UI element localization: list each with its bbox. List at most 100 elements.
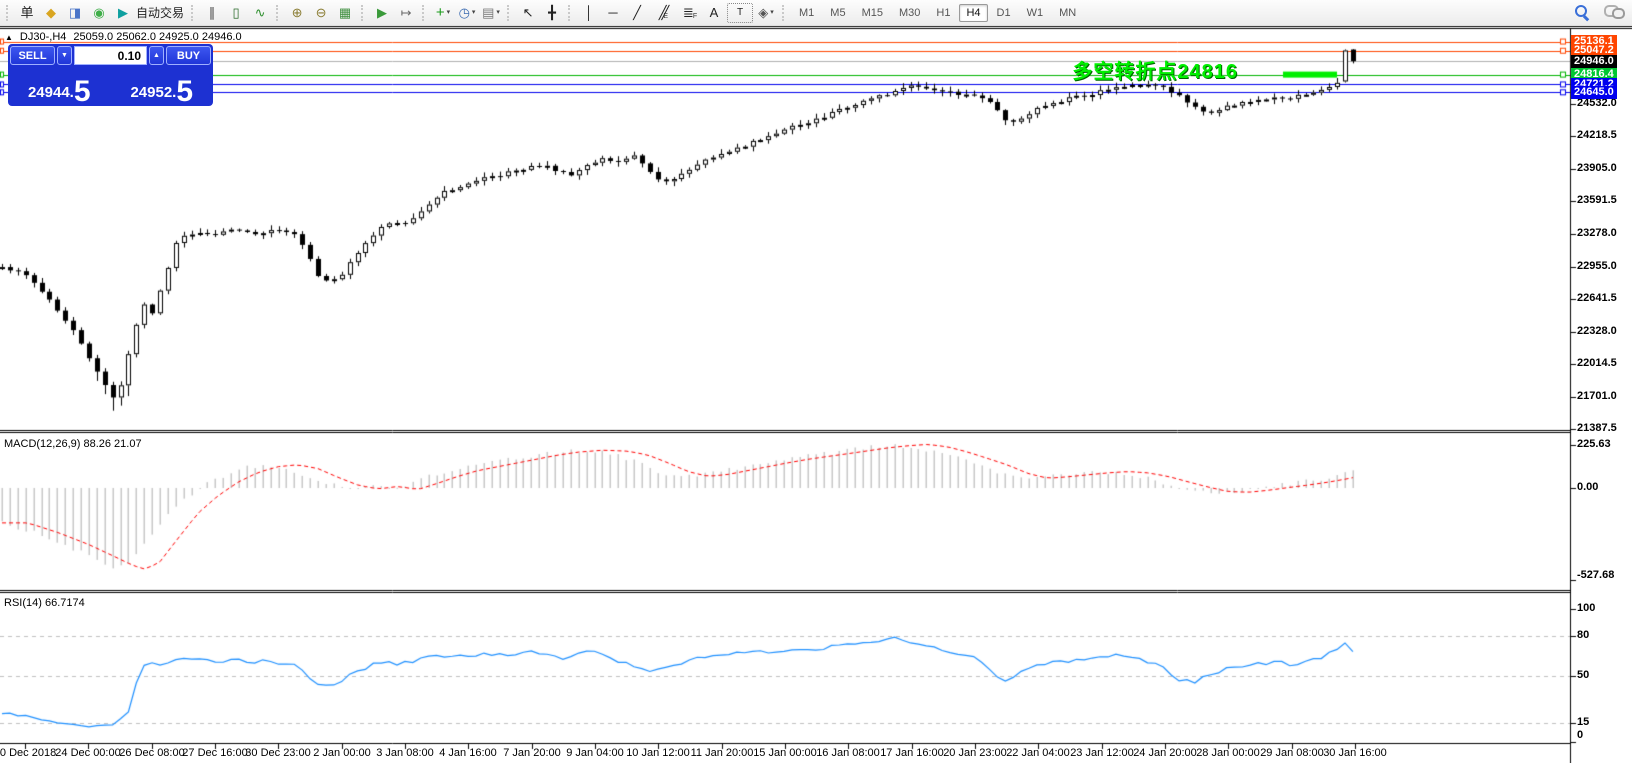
vertical-line-icon[interactable]: │ [578,3,600,23]
equidistant-channel-icon[interactable]: ╱╱E [650,3,677,23]
trendline-icon[interactable]: ╱ [626,3,648,23]
toolbar-grip [782,4,787,21]
toolbar-grip [191,4,196,21]
macd-tick-label: 225.63 [1577,438,1611,451]
price-tick-label: 24532.0 [1577,97,1617,109]
time-tick-label: 24 Dec 00:00 [55,747,121,759]
volume-decrease-button[interactable]: ▼ [57,46,72,65]
timeframe-m15[interactable]: M15 [855,4,890,22]
macd-tick-label: -527.68 [1577,569,1615,581]
buy-price-int: 24952 [130,84,173,101]
line-chart-icon[interactable]: ∿ [249,3,271,23]
signals-icon[interactable]: ◉ [88,3,110,23]
market-watch-icon[interactable]: ◨ [64,3,86,23]
price-tick-label: 23278.0 [1577,226,1617,239]
zoom-in-icon[interactable]: ⊕ [286,3,308,23]
price-tick-label: 22014.5 [1577,357,1617,370]
toolbar-grip [568,4,573,21]
toolbar-grip [422,4,427,21]
time-tick-label: 2 Jan 00:00 [313,747,371,759]
rsi-tick-label: 80 [1577,628,1590,641]
timeframe-h1[interactable]: H1 [929,4,957,22]
time-tick-label: 26 Dec 08:00 [119,747,185,759]
arrows-tool-icon[interactable]: ◈ ▾ [755,3,777,23]
templates-icon[interactable]: ▤ ▾ [480,3,502,23]
zoom-out-icon[interactable]: ⊖ [310,3,332,23]
volume-increase-button[interactable]: ▲ [149,46,164,65]
price-tick-label: 24218.5 [1577,129,1617,142]
time-tick-label: 16 Jan 08:00 [816,747,880,759]
timeframe-h4[interactable]: H4 [959,3,988,22]
macd-indicator-label: MACD(12,26,9) 88.26 21.07 [4,438,142,450]
one-click-trading-panel: SELL ▼ ▲ BUY 24944.5 24952.5 [8,44,213,106]
main-toolbar: 单◆◨◉▶自动交易∥▯∿⊕⊖▦▶↦+▾◷▾▤▾↖╋│─╱╱╱E≣FAT◈▾M1M… [0,0,1632,25]
timeframe-w1[interactable]: W1 [1020,4,1051,22]
label-tool-icon[interactable]: T [727,2,754,23]
dropdown-arrow-icon[interactable]: ▾ [496,9,500,16]
timeframe-d1[interactable]: D1 [990,4,1018,22]
time-tick-label: 11 Jan 20:00 [690,747,754,759]
price-chart-canvas[interactable] [0,0,1632,763]
buy-price[interactable]: 24952. 5 [113,67,212,108]
pivot-annotation-text: 多空转折点24816 [1072,61,1238,83]
timeframe-mn[interactable]: MN [1052,4,1083,22]
buy-button[interactable]: BUY [166,46,211,65]
toolbar-grip [276,4,281,21]
time-tick-label: 29 Jan 08:00 [1260,747,1324,759]
toolbar-grip [6,4,11,21]
time-tick-label: 7 Jan 20:00 [503,747,561,759]
symbol-marker-icon: ▲ [5,32,13,42]
chart-ohlc-values: 25059.0 25062.0 24925.0 24946.0 [73,31,242,43]
price-tick-label: 23905.0 [1577,161,1617,174]
volume-input[interactable] [74,46,147,65]
fibonacci-icon[interactable]: ≣ F [679,3,701,23]
time-tick-label: 17 Jan 16:00 [880,747,944,759]
time-tick-label: 24 Jan 20:00 [1133,747,1197,759]
auto-scroll-icon[interactable]: ▶ [371,3,393,23]
indicators-add-icon[interactable]: + ▾ [432,3,454,23]
chart-shift-icon[interactable]: ↦ [395,3,417,23]
dropdown-arrow-icon[interactable]: ▾ [472,9,476,16]
toolbar-grip [361,4,366,21]
dropdown-arrow-icon[interactable]: ▾ [447,9,451,16]
sell-button[interactable]: SELL [10,46,55,65]
toolbar-grip [507,4,512,21]
time-tick-label: 4 Jan 16:00 [439,747,497,759]
time-tick-label: 10 Jan 12:00 [626,747,690,759]
horizontal-line-icon[interactable]: ─ [602,3,624,23]
mt4-terminal: 单◆◨◉▶自动交易∥▯∿⊕⊖▦▶↦+▾◷▾▤▾↖╋│─╱╱╱E≣FAT◈▾M1M… [0,0,1632,763]
price-tick-label: 22641.5 [1577,292,1617,305]
price-tick-label: 22955.0 [1577,259,1617,272]
search-icon[interactable] [1573,3,1590,20]
cursor-icon[interactable]: ↖ [517,3,539,23]
tile-windows-icon[interactable]: ▦ [334,3,356,23]
sell-price[interactable]: 24944. 5 [10,67,109,108]
buy-price-frac: 5 [176,74,194,108]
text-tool-icon[interactable]: A [703,3,725,23]
rsi-tick-label: 0 [1577,729,1584,741]
metaeditor-icon[interactable]: ◆ [40,3,62,23]
time-tick-label: 15 Jan 00:00 [753,747,817,759]
price-level-badge: 24946.0 [1571,54,1617,68]
bar-chart-icon[interactable]: ∥ [201,3,223,23]
dropdown-arrow-icon[interactable]: ▾ [770,9,774,16]
time-tick-label: 30 Dec 23:00 [245,747,311,759]
new-order-button[interactable]: 单 [16,3,38,23]
time-tick-label: 9 Jan 04:00 [566,747,624,759]
chat-icon[interactable] [1604,4,1625,19]
timeframe-m30[interactable]: M30 [892,4,927,22]
sell-price-frac: 5 [73,74,91,108]
rsi-tick-label: 100 [1577,602,1596,614]
sell-price-int: 24944 [27,84,70,101]
timeframe-m1[interactable]: M1 [792,4,821,22]
time-tick-label: 22 Jan 04:00 [1006,747,1070,759]
rsi-tick-label: 15 [1577,715,1590,728]
autotrading-button-label[interactable]: 自动交易 [136,4,184,21]
crosshair-icon[interactable]: ╋ [541,3,563,23]
autotrading-button[interactable]: ▶ [112,3,134,23]
timeframe-m5[interactable]: M5 [823,4,852,22]
periods-clock-icon[interactable]: ◷ ▾ [456,3,478,23]
chart-title: ▲ DJ30-,H4 25059.0 25062.0 24925.0 24946… [5,31,242,43]
macd-tick-label: 0.00 [1577,481,1599,493]
candlestick-chart-icon[interactable]: ▯ [225,3,247,23]
